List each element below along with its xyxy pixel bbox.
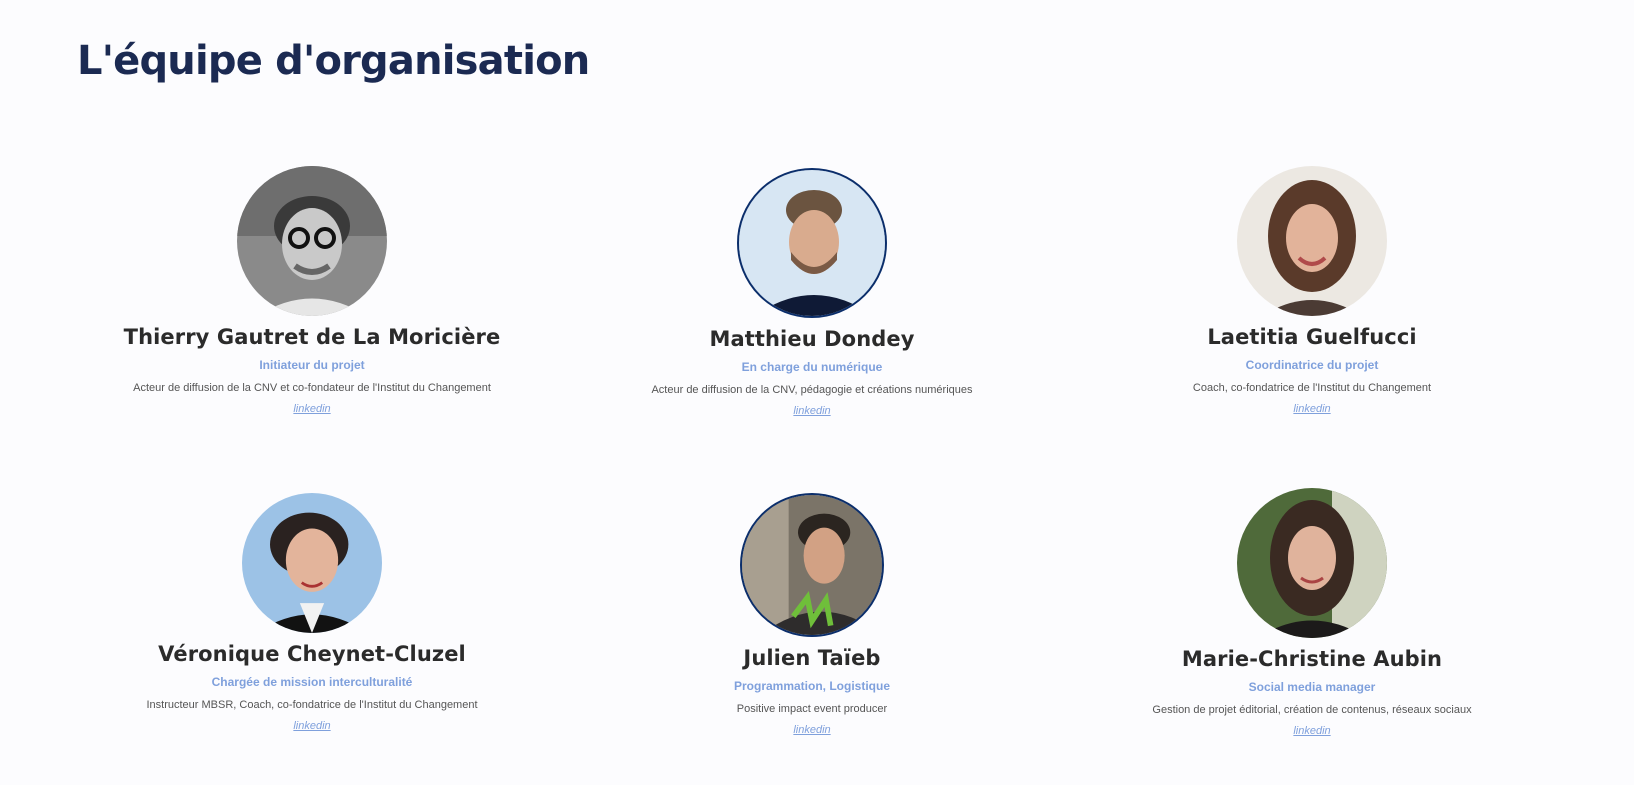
linkedin-link[interactable]: linkedin <box>1293 725 1330 737</box>
member-description: Gestion de projet éditorial, création de… <box>1152 704 1472 716</box>
member-photo <box>237 166 387 316</box>
member-description: Positive impact event producer <box>736 703 888 715</box>
member-role: Chargée de mission interculturalité <box>211 675 413 689</box>
member-photo <box>737 168 887 318</box>
linkedin-link[interactable]: linkedin <box>293 720 330 732</box>
member-role: Initiateur du projet <box>259 358 365 372</box>
member-name: Matthieu Dondey <box>709 327 915 351</box>
member-photo <box>1237 166 1387 316</box>
member-photo <box>242 493 382 633</box>
member-role: En charge du numérique <box>741 360 883 374</box>
member-name: Julien Taïeb <box>743 646 881 670</box>
linkedin-link[interactable]: linkedin <box>793 405 830 417</box>
member-name: Thierry Gautret de La Moricière <box>123 325 501 349</box>
member-name: Marie-Christine Aubin <box>1181 647 1443 671</box>
team-member-card: Matthieu Dondey En charge du numérique A… <box>562 168 1062 418</box>
member-description: Instructeur MBSR, Coach, co-fondatrice d… <box>146 699 478 711</box>
member-photo <box>1237 488 1387 638</box>
team-member-card: Véronique Cheynet-Cluzel Chargée de miss… <box>62 493 562 733</box>
linkedin-link[interactable]: linkedin <box>793 724 830 736</box>
member-description: Coach, co-fondatrice de l'Institut du Ch… <box>1192 382 1432 394</box>
member-role: Programmation, Logistique <box>733 679 890 693</box>
team-member-card: Marie-Christine Aubin Social media manag… <box>1062 488 1562 738</box>
team-member-card: Thierry Gautret de La Moricière Initiate… <box>62 166 562 416</box>
member-name: Véronique Cheynet-Cluzel <box>158 642 466 666</box>
member-role: Coordinatrice du projet <box>1245 358 1379 372</box>
team-member-card: Julien Taïeb Programmation, Logistique P… <box>562 493 1062 737</box>
team-member-card: Laetitia Guelfucci Coordinatrice du proj… <box>1062 166 1562 416</box>
member-role: Social media manager <box>1248 680 1376 694</box>
member-name: Laetitia Guelfucci <box>1207 325 1417 349</box>
linkedin-link[interactable]: linkedin <box>293 403 330 415</box>
member-photo <box>740 493 884 637</box>
member-description: Acteur de diffusion de la CNV, pédagogie… <box>651 384 973 396</box>
linkedin-link[interactable]: linkedin <box>1293 403 1330 415</box>
team-grid: Thierry Gautret de La Moricière Initiate… <box>0 0 1634 785</box>
member-description: Acteur de diffusion de la CNV et co-fond… <box>133 382 491 394</box>
